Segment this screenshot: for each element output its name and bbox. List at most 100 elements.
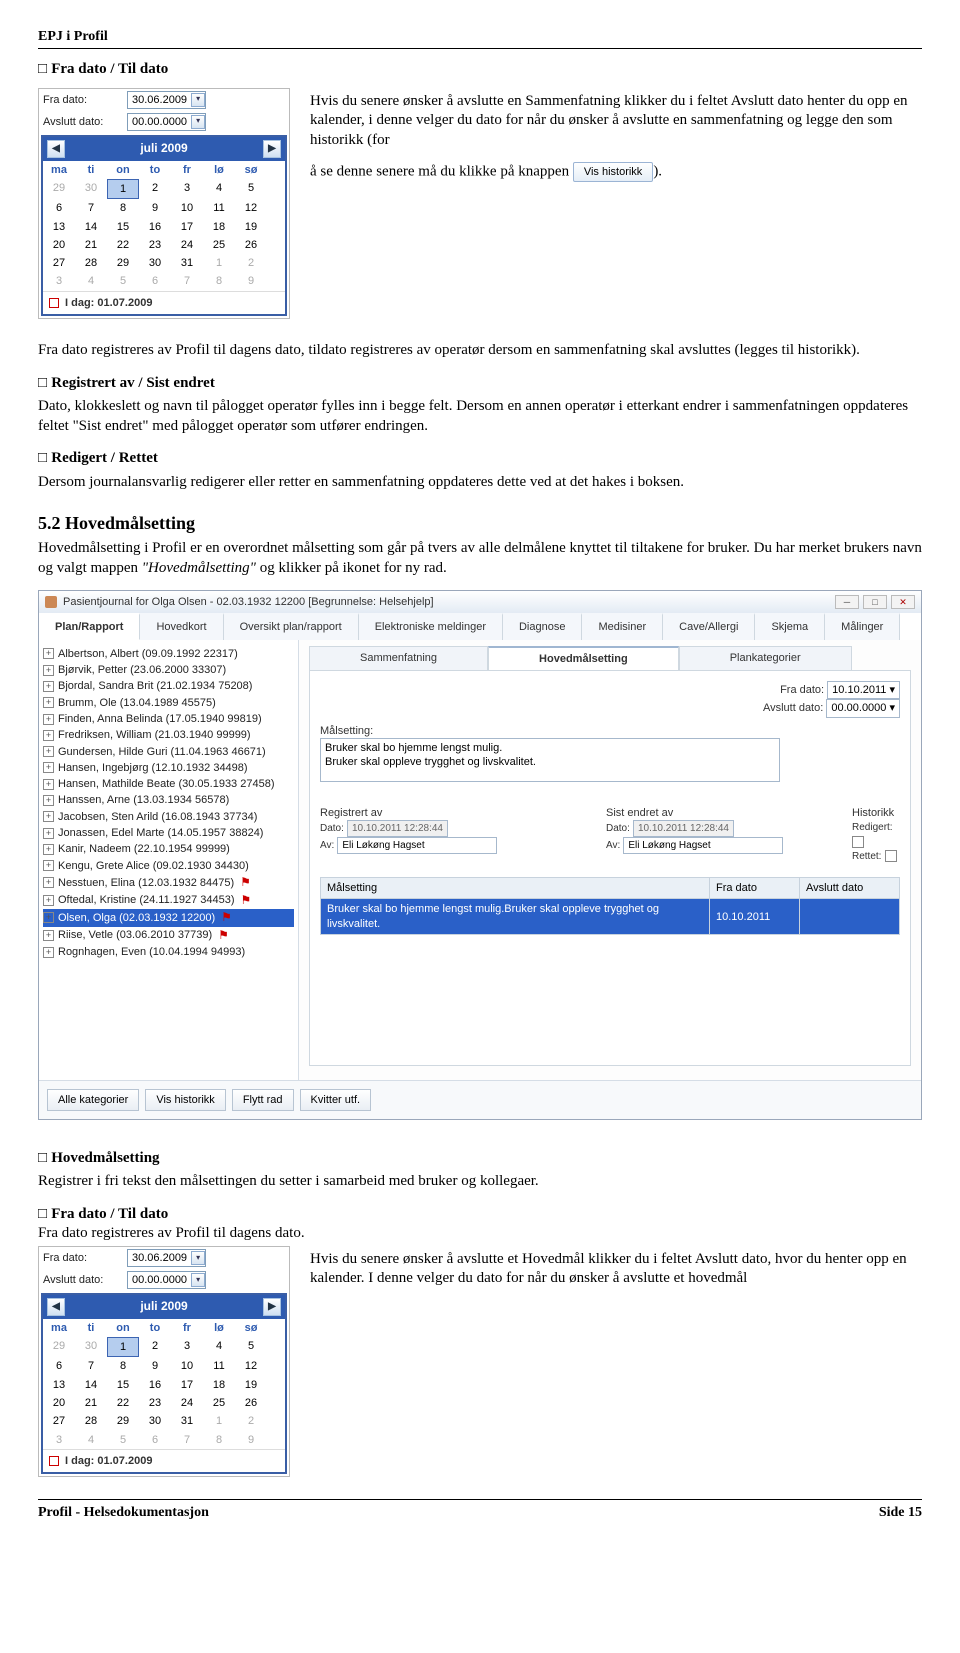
grid-row[interactable]: Bruker skal bo hjemme lengst mulig.Bruke…	[321, 899, 900, 935]
calendar-day[interactable]: 2	[235, 1412, 267, 1430]
tree-item[interactable]: +Brumm, Ole (13.04.1989 45575)	[43, 695, 294, 711]
expand-icon[interactable]: +	[43, 746, 54, 757]
tab-elektroniskemeldinger[interactable]: Elektroniske meldinger	[359, 613, 503, 639]
calendar-day[interactable]: 7	[171, 1431, 203, 1449]
grid-col-avslutt-dato[interactable]: Avslutt dato	[800, 878, 900, 899]
calendar-day[interactable]: 2	[235, 254, 267, 272]
tree-item[interactable]: +Gundersen, Hilde Guri (11.04.1963 46671…	[43, 744, 294, 760]
calendar-day[interactable]: 6	[139, 1431, 171, 1449]
calendar-day[interactable]: 9	[235, 272, 267, 290]
calendar-day[interactable]: 6	[43, 199, 75, 217]
calendar-day[interactable]: 24	[171, 236, 203, 254]
calendar-day[interactable]: 14	[75, 1376, 107, 1394]
expand-icon[interactable]: +	[43, 828, 54, 839]
calendar-day[interactable]: 9	[139, 199, 171, 217]
calendar-day[interactable]: 5	[235, 179, 267, 199]
calendar-day[interactable]: 31	[171, 254, 203, 272]
expand-icon[interactable]: +	[43, 665, 54, 676]
expand-icon[interactable]: +	[43, 877, 54, 888]
chevron-down-icon[interactable]: ▾	[191, 1273, 205, 1287]
calendar-day[interactable]: 8	[203, 272, 235, 290]
tab-skjema[interactable]: Skjema	[755, 613, 825, 639]
minimize-button[interactable]: ─	[835, 595, 859, 609]
expand-icon[interactable]: +	[43, 762, 54, 773]
calendar-day[interactable]: 3	[171, 179, 203, 199]
calendar-day[interactable]: 28	[75, 1412, 107, 1430]
calendar-day[interactable]: 4	[203, 1337, 235, 1357]
tree-item[interactable]: +Kengu, Grete Alice (09.02.1930 34430)	[43, 858, 294, 874]
tree-item[interactable]: +Riise, Vetle (03.06.2010 37739)⚑	[43, 927, 294, 945]
tree-item[interactable]: +Albertson, Albert (09.09.1992 22317)	[43, 646, 294, 662]
next-month-button[interactable]: ▶	[263, 140, 281, 158]
calendar-today[interactable]: I dag: 01.07.2009	[43, 1449, 285, 1472]
calendar-day[interactable]: 30	[139, 254, 171, 272]
calendar-day[interactable]: 2	[139, 179, 171, 199]
calendar-day[interactable]: 6	[43, 1357, 75, 1375]
tab-planrapport[interactable]: Plan/Rapport	[39, 613, 140, 639]
chevron-down-icon[interactable]: ▾	[191, 115, 205, 129]
calendar-day[interactable]: 5	[107, 1431, 139, 1449]
button-vis-historikk[interactable]: Vis historikk	[145, 1089, 225, 1111]
prev-month-button[interactable]: ◀	[47, 1298, 65, 1316]
calendar-day[interactable]: 30	[139, 1412, 171, 1430]
calendar-day[interactable]: 18	[203, 218, 235, 236]
expand-icon[interactable]: +	[43, 795, 54, 806]
calendar-month[interactable]: juli 2009	[140, 141, 187, 157]
calendar-day[interactable]: 3	[43, 272, 75, 290]
calendar-day[interactable]: 11	[203, 1357, 235, 1375]
calendar-day[interactable]: 29	[107, 254, 139, 272]
calendar-day[interactable]: 13	[43, 1376, 75, 1394]
expand-icon[interactable]: +	[43, 730, 54, 741]
calendar-day[interactable]: 8	[107, 199, 139, 217]
calendar-day[interactable]: 16	[139, 1376, 171, 1394]
calendar-day[interactable]: 12	[235, 1357, 267, 1375]
grid-col-fra-dato[interactable]: Fra dato	[710, 878, 800, 899]
calendar-day[interactable]: 31	[171, 1412, 203, 1430]
close-button[interactable]: ✕	[891, 595, 915, 609]
calendar-day[interactable]: 22	[107, 1394, 139, 1412]
calendar-day[interactable]: 7	[171, 272, 203, 290]
button-alle-kategorier[interactable]: Alle kategorier	[47, 1089, 139, 1111]
calendar-day[interactable]: 24	[171, 1394, 203, 1412]
tab-caveallergi[interactable]: Cave/Allergi	[663, 613, 755, 639]
tree-item[interactable]: +Hanssen, Arne (13.03.1934 56578)	[43, 792, 294, 808]
tree-item[interactable]: +Bjordal, Sandra Brit (21.02.1934 75208)	[43, 678, 294, 694]
calendar-day[interactable]: 28	[75, 254, 107, 272]
calendar-day[interactable]: 29	[107, 1412, 139, 1430]
calendar-day[interactable]: 29	[43, 1337, 75, 1357]
reg-av-value[interactable]: Eli Løkøng Hagset	[337, 837, 497, 854]
calendar-day[interactable]: 30	[75, 179, 107, 199]
calendar-day[interactable]: 13	[43, 218, 75, 236]
calendar-day[interactable]: 11	[203, 199, 235, 217]
avslutt-dato-input[interactable]: 00.00.0000 ▾	[826, 699, 900, 717]
tree-item[interactable]: +Jacobsen, Sten Arild (16.08.1943 37734)	[43, 809, 294, 825]
calendar-day[interactable]: 18	[203, 1376, 235, 1394]
chevron-down-icon[interactable]: ▾	[191, 93, 205, 107]
grid-col-malsetting[interactable]: Målsetting	[321, 878, 710, 899]
calendar-day[interactable]: 15	[107, 218, 139, 236]
tree-item[interactable]: +Oftedal, Kristine (24.11.1927 34453)⚑	[43, 892, 294, 910]
calendar-day[interactable]: 9	[139, 1357, 171, 1375]
tree-item[interactable]: +Bjørvik, Petter (23.06.2000 33307)	[43, 662, 294, 678]
tree-item[interactable]: +Hansen, Ingebjørg (12.10.1932 34498)	[43, 760, 294, 776]
malsetting-grid[interactable]: Målsetting Fra dato Avslutt dato Bruker …	[320, 877, 900, 935]
button-kvitter-utf-[interactable]: Kvitter utf.	[300, 1089, 372, 1111]
subtab-plankategorier[interactable]: Plankategorier	[679, 646, 852, 670]
button-flytt-rad[interactable]: Flytt rad	[232, 1089, 294, 1111]
calendar-day[interactable]: 12	[235, 199, 267, 217]
calendar-day[interactable]: 1	[203, 1412, 235, 1430]
calendar-day[interactable]: 26	[235, 236, 267, 254]
tab-medisiner[interactable]: Medisiner	[582, 613, 663, 639]
calendar-day[interactable]: 4	[75, 272, 107, 290]
calendar-day[interactable]: 7	[75, 1357, 107, 1375]
calendar-day[interactable]: 17	[171, 218, 203, 236]
expand-icon[interactable]: +	[43, 844, 54, 855]
chevron-down-icon[interactable]: ▾	[191, 1251, 205, 1265]
calendar-day[interactable]: 27	[43, 254, 75, 272]
calendar-day[interactable]: 27	[43, 1412, 75, 1430]
calendar-day[interactable]: 3	[43, 1431, 75, 1449]
calendar-day[interactable]: 6	[139, 272, 171, 290]
calendar-today[interactable]: I dag: 01.07.2009	[43, 291, 285, 314]
expand-icon[interactable]: +	[43, 912, 54, 923]
tab-oversiktplanrapport[interactable]: Oversikt plan/rapport	[224, 613, 359, 639]
